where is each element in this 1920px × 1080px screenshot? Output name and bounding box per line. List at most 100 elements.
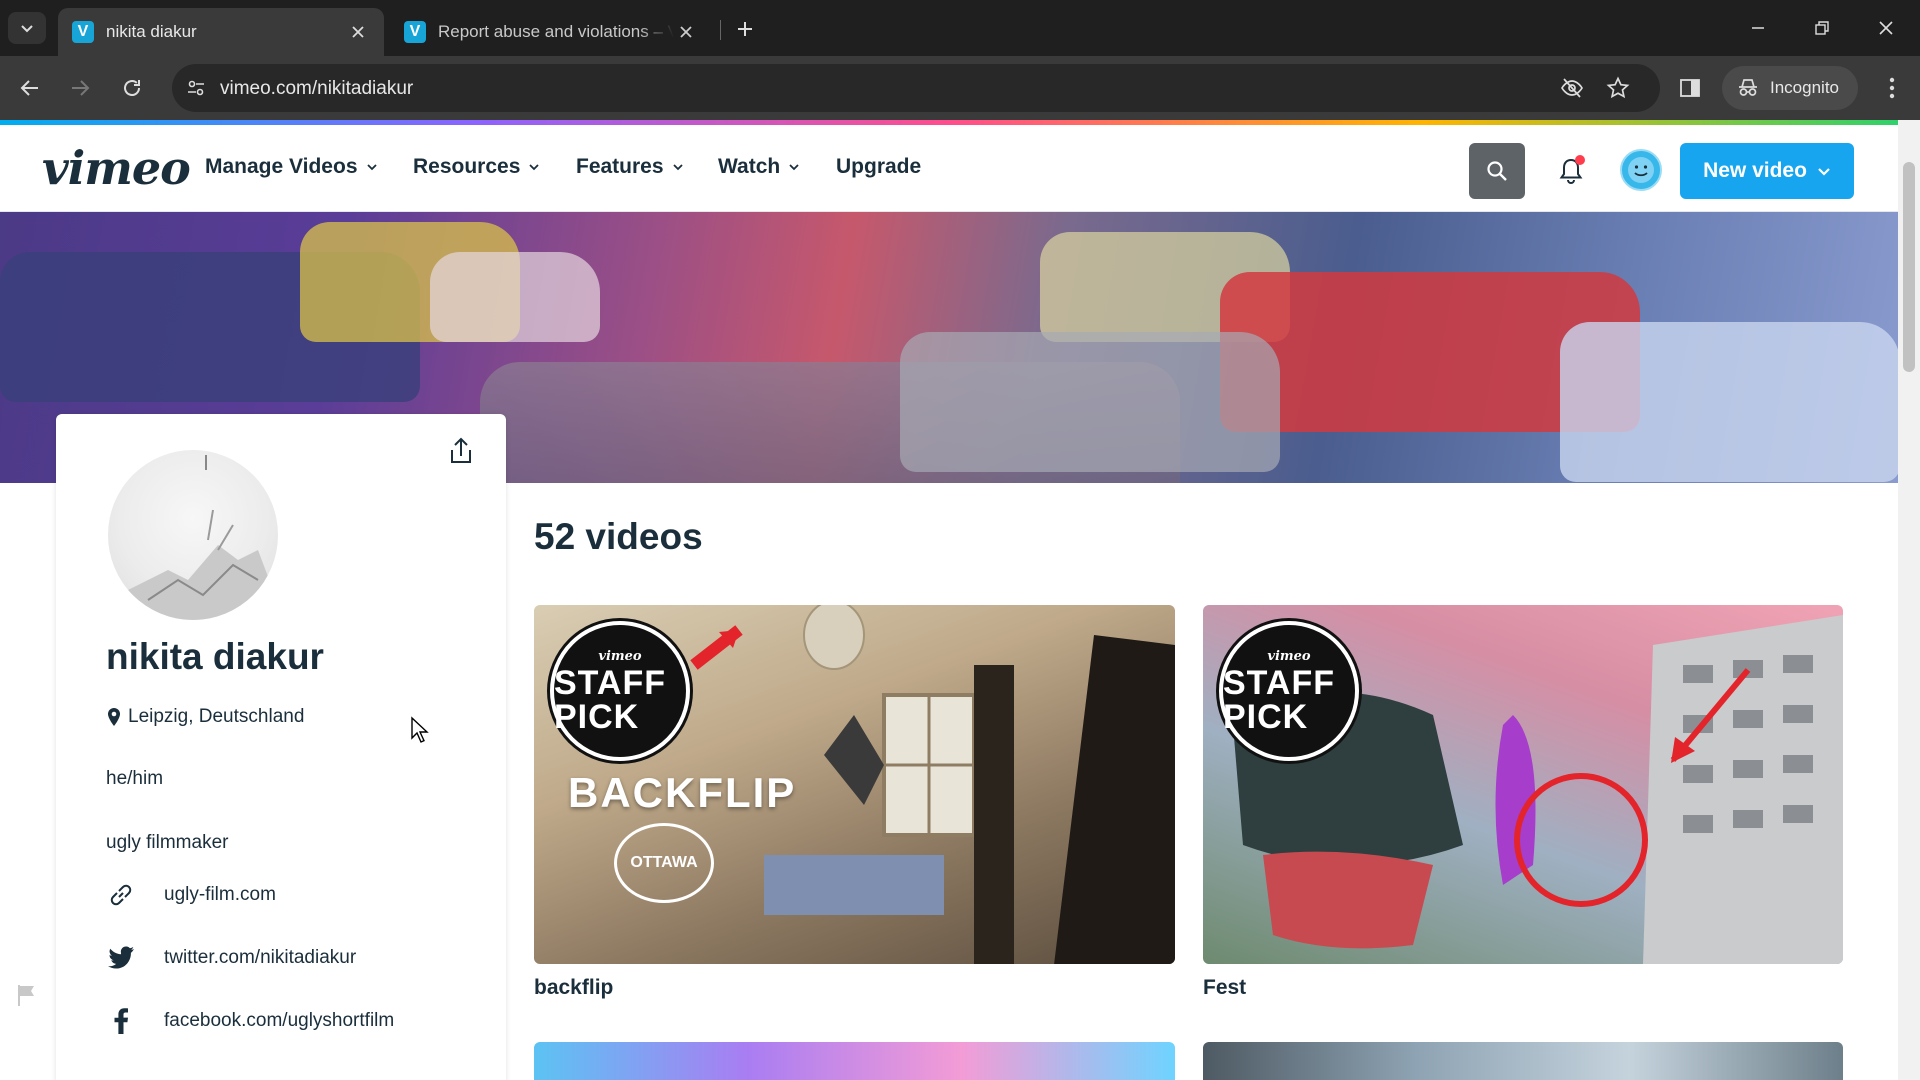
banner-car-shape (430, 252, 600, 342)
kebab-menu-icon (1889, 77, 1895, 99)
user-avatar[interactable] (1620, 149, 1662, 191)
profile-link-twitter[interactable]: twitter.com/nikitadiakur (106, 943, 356, 973)
close-tab-icon[interactable] (346, 20, 370, 44)
bookmark-star-icon[interactable] (1604, 74, 1632, 102)
profile-name: nikita diakur (106, 636, 324, 677)
chevron-down-icon (529, 164, 540, 171)
staff-pick-text: STAFF PICK (1223, 663, 1336, 736)
chevron-down-icon (672, 164, 683, 171)
profile-pronouns: he/him (106, 768, 164, 789)
search-button[interactable] (1469, 143, 1525, 199)
forward-arrow-icon (72, 80, 90, 96)
staff-pick-vimeo-text: vimeo (1267, 648, 1311, 664)
tab-report-abuse[interactable]: V Report abuse and violations – V (390, 8, 712, 56)
vimeo-favicon-icon: V (72, 21, 94, 43)
minimize-icon (1752, 27, 1764, 29)
incognito-label: Incognito (1770, 78, 1839, 97)
share-button[interactable] (444, 434, 478, 468)
tab-nikita-diakur[interactable]: V nikita diakur (58, 8, 384, 56)
link-text[interactable]: twitter.com/nikitadiakur (164, 947, 356, 969)
url-text[interactable]: vimeo.com/nikitadiakur (220, 78, 413, 100)
reload-button[interactable] (116, 72, 148, 104)
tab-title: Report abuse and violations – V (438, 22, 674, 41)
avatar-sketch-image (118, 455, 273, 620)
vimeo-header: vimeo Manage Videos Resources Features W… (0, 125, 1898, 212)
flag-icon (18, 985, 34, 1006)
link-icon (106, 880, 136, 910)
side-panel-button[interactable] (1674, 72, 1706, 104)
search-icon (1487, 161, 1507, 181)
staff-pick-text: STAFF PICK (554, 663, 667, 736)
mouse-cursor-icon (411, 716, 429, 743)
menu-manage-videos[interactable]: Manage Videos (205, 155, 378, 179)
chevron-down-icon (21, 25, 33, 33)
video-title-backflip[interactable]: backflip (534, 976, 613, 1000)
page-viewport: vimeo Manage Videos Resources Features W… (0, 120, 1920, 1080)
close-icon (1879, 21, 1893, 35)
browser-menu-button[interactable] (1876, 72, 1908, 104)
staff-pick-badge: vimeo STAFF PICK (550, 621, 690, 761)
new-video-label: New video (1703, 159, 1807, 182)
address-bar[interactable]: vimeo.com/nikitadiakur (172, 64, 1660, 112)
chevron-down-icon (366, 164, 377, 171)
link-text[interactable]: facebook.com/uglyshortfilm (164, 1010, 394, 1032)
page-scrollbar[interactable] (1898, 120, 1920, 1080)
scrollbar-thumb[interactable] (1903, 162, 1915, 372)
video-title-fest[interactable]: Fest (1203, 976, 1246, 1000)
menu-watch[interactable]: Watch (718, 155, 800, 179)
profile-avatar[interactable] (108, 450, 278, 620)
location-text: Leipzig, Deutschland (128, 706, 305, 727)
video-thumbnail-partial[interactable] (1203, 1042, 1843, 1080)
chevron-down-icon (1818, 168, 1830, 176)
banner-car-shape (1560, 322, 1898, 482)
notification-dot (1575, 155, 1585, 165)
restore-icon (1815, 21, 1829, 35)
menu-label: Resources (413, 155, 521, 178)
location-pin-icon (108, 708, 120, 726)
video-thumbnail-fest[interactable]: vimeo STAFF PICK (1203, 605, 1843, 964)
staff-pick-vimeo-text: vimeo (598, 648, 642, 664)
video-thumbnail-backflip[interactable]: vimeo STAFF PICK BACKFLIP OTTAWA (534, 605, 1175, 964)
new-video-button[interactable]: New video (1680, 143, 1854, 199)
site-info-icon[interactable] (182, 74, 210, 102)
menu-resources[interactable]: Resources (413, 155, 540, 179)
forward-button[interactable] (64, 72, 96, 104)
video-thumbnail-partial[interactable] (534, 1042, 1175, 1080)
tab-title: nikita diakur (106, 22, 197, 41)
share-icon (451, 437, 471, 463)
incognito-badge[interactable]: Incognito (1722, 66, 1858, 110)
menu-upgrade[interactable]: Upgrade (836, 155, 921, 179)
smiley-avatar-icon (1628, 157, 1654, 183)
profile-link-facebook[interactable]: facebook.com/uglyshortfilm (106, 1006, 394, 1036)
close-window-button[interactable] (1864, 12, 1908, 44)
staff-pick-badge: vimeo STAFF PICK (1219, 621, 1359, 761)
menu-label: Features (576, 155, 664, 178)
banner-car-shape (900, 332, 1280, 472)
profile-location: Leipzig, Deutschland (106, 706, 304, 728)
menu-features[interactable]: Features (576, 155, 684, 179)
tab-search-button[interactable] (8, 12, 46, 44)
vimeo-favicon-icon: V (404, 21, 426, 43)
menu-label: Manage Videos (205, 155, 358, 178)
restore-button[interactable] (1800, 12, 1844, 44)
link-text[interactable]: ugly-film.com (164, 884, 276, 906)
menu-label: Upgrade (836, 155, 922, 178)
plus-icon (738, 22, 752, 36)
close-tab-icon[interactable] (674, 20, 698, 44)
reload-icon (124, 80, 140, 96)
twitter-icon (106, 943, 136, 973)
browser-toolbar: vimeo.com/nikitadiakur Incognito (0, 56, 1920, 120)
new-tab-button[interactable] (730, 14, 760, 44)
back-arrow-icon (20, 80, 38, 96)
videos-count-heading: 52 videos (534, 516, 703, 557)
profile-bio: ugly filmmaker (106, 832, 229, 853)
notifications-button[interactable] (1553, 153, 1589, 189)
vimeo-logo[interactable]: vimeo (42, 141, 191, 195)
minimize-button[interactable] (1736, 12, 1780, 44)
report-flag-button[interactable] (14, 982, 40, 1008)
back-button[interactable] (14, 72, 46, 104)
side-panel-icon (1680, 79, 1700, 97)
profile-link-website[interactable]: ugly-film.com (106, 880, 276, 910)
eye-slash-icon[interactable] (1558, 74, 1586, 102)
chevron-down-icon (789, 164, 799, 171)
